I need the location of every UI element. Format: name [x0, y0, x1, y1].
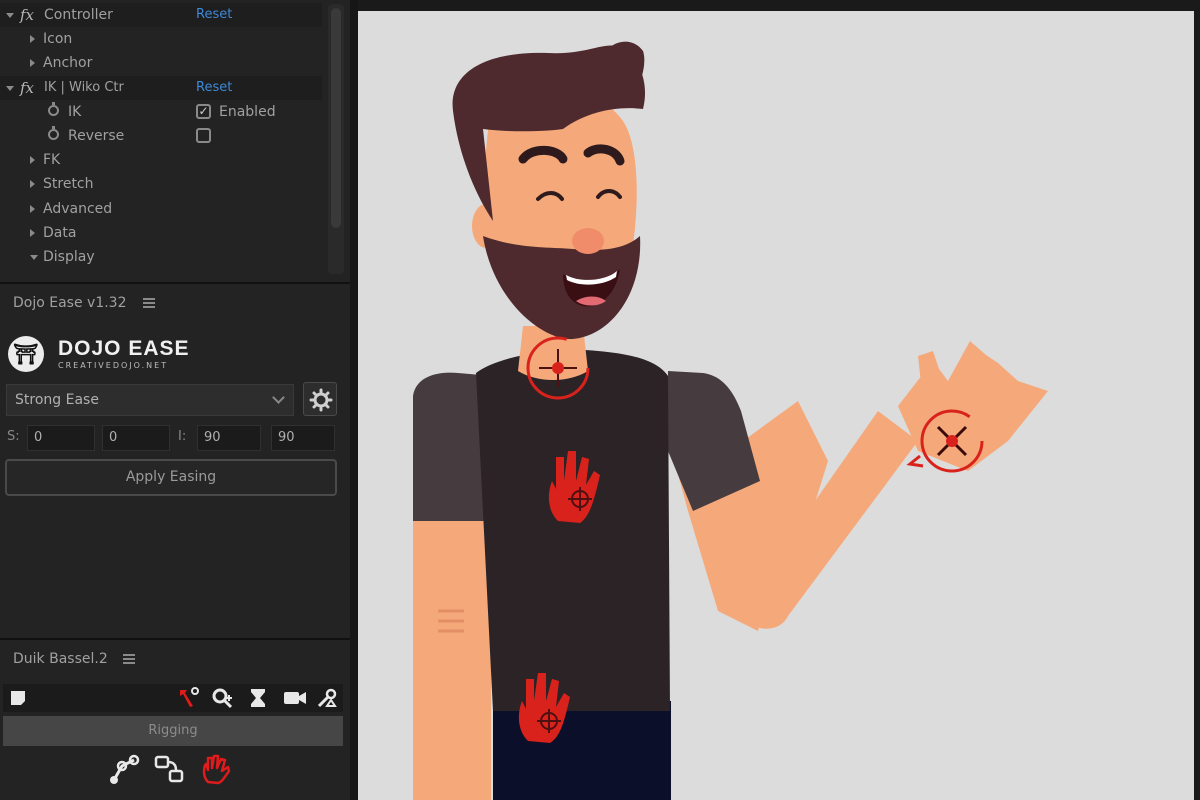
expand-icon[interactable]: [30, 205, 35, 213]
panel-menu-icon[interactable]: [143, 298, 155, 300]
panel-menu-icon[interactable]: [123, 654, 135, 656]
effect-ik-row[interactable]: fx IK | Wiko Ctr Reset: [0, 76, 322, 100]
effect-name: Controller: [44, 7, 113, 23]
duik-panel-header: Duik Bassel.2: [0, 638, 350, 680]
collapse-icon[interactable]: [6, 86, 14, 91]
property-label: FK: [43, 152, 61, 168]
dojo-title: DOJO EASE: [58, 337, 190, 360]
property-label: IK: [68, 104, 82, 120]
link-constraint-icon[interactable]: [152, 752, 186, 786]
constraint-link-icon[interactable]: [211, 686, 235, 710]
shirt: [476, 349, 670, 711]
fx-icon: fx: [20, 6, 35, 24]
ease-values-row: S: 0 0 I: 90 90: [0, 423, 350, 453]
rigging-tab[interactable]: Rigging: [3, 716, 343, 746]
i-in-field[interactable]: 90: [197, 425, 261, 451]
property-label: Icon: [43, 31, 73, 47]
property-group-fk[interactable]: FK: [0, 148, 322, 172]
checkbox-label: Enabled: [219, 104, 276, 120]
effect-name: IK | Wiko Ctr: [44, 80, 124, 95]
expand-icon[interactable]: [30, 35, 35, 43]
property-label: Anchor: [43, 55, 93, 71]
nose: [572, 228, 604, 254]
gear-icon: [309, 388, 333, 412]
reverse-checkbox[interactable]: [196, 128, 211, 143]
hourglass-icon[interactable]: [247, 687, 269, 709]
property-group-display[interactable]: Display: [0, 245, 322, 269]
tools-icon[interactable]: [315, 686, 339, 710]
composition-canvas[interactable]: [358, 11, 1194, 800]
notes-icon[interactable]: [9, 689, 27, 707]
expand-icon[interactable]: [30, 180, 35, 188]
bones-structure-icon[interactable]: [108, 752, 142, 786]
s-in-field[interactable]: 0: [27, 425, 95, 451]
property-label: Display: [43, 249, 95, 265]
character-artwork: [413, 41, 1048, 800]
property-ik: IK ✓ Enabled: [0, 100, 322, 124]
expand-icon[interactable]: [30, 59, 35, 67]
property-group-data[interactable]: Data: [0, 221, 322, 245]
effect-controller-row[interactable]: fx Controller Reset: [0, 3, 322, 27]
scrollbar-thumb[interactable]: [331, 8, 341, 228]
panel-title: Duik Bassel.2: [13, 651, 108, 667]
reset-link[interactable]: Reset: [196, 76, 232, 100]
i-label: I:: [178, 429, 187, 444]
torii-icon: ⛩: [13, 342, 39, 366]
property-group-anchor[interactable]: Anchor: [0, 51, 322, 75]
property-label: Reverse: [68, 128, 125, 144]
dojo-logo: ⛩: [8, 336, 44, 372]
s-label: S:: [7, 429, 20, 444]
beard: [483, 236, 641, 340]
settings-button[interactable]: [303, 382, 337, 416]
camera-icon[interactable]: [283, 688, 307, 708]
property-group-stretch[interactable]: Stretch: [0, 172, 322, 196]
bone-icon[interactable]: [177, 686, 201, 710]
apply-easing-button[interactable]: Apply Easing: [5, 459, 337, 496]
composition-viewer: [358, 0, 1200, 800]
stopwatch-icon[interactable]: [48, 102, 59, 116]
duik-toolbar: [3, 684, 343, 712]
collapse-icon[interactable]: [6, 13, 14, 18]
expand-icon[interactable]: [30, 229, 35, 237]
property-reverse: Reverse: [0, 124, 322, 148]
property-label: Advanced: [43, 201, 113, 217]
property-group-advanced[interactable]: Advanced: [0, 197, 322, 221]
controller-hand-icon[interactable]: [198, 752, 234, 788]
reset-link[interactable]: Reset: [196, 3, 232, 27]
stopwatch-icon[interactable]: [48, 126, 59, 140]
property-group-icon[interactable]: Icon: [0, 27, 322, 51]
panel-title: Dojo Ease v1.32: [13, 295, 127, 311]
s-out-field[interactable]: 0: [102, 425, 170, 451]
fx-icon: fx: [20, 79, 35, 97]
i-out-field[interactable]: 90: [271, 425, 335, 451]
chevron-down-icon: [272, 391, 285, 404]
dojo-ease-panel-header: Dojo Ease v1.32: [0, 282, 350, 322]
ease-preset-value: Strong Ease: [15, 392, 99, 408]
ease-preset-select[interactable]: Strong Ease: [6, 384, 294, 416]
expand-icon[interactable]: [30, 156, 35, 164]
collapse-icon[interactable]: [30, 255, 38, 260]
effect-controls-panel: fx Controller Reset Icon Anchor fx IK | …: [0, 0, 350, 280]
property-label: Data: [43, 225, 77, 241]
left-panel: fx Controller Reset Icon Anchor fx IK | …: [0, 0, 350, 800]
dojo-subtitle: CREATIVEDOJO.NET: [58, 361, 169, 370]
ik-enabled-checkbox[interactable]: ✓: [196, 104, 211, 119]
panel-divider[interactable]: [350, 0, 358, 800]
property-label: Stretch: [43, 176, 94, 192]
